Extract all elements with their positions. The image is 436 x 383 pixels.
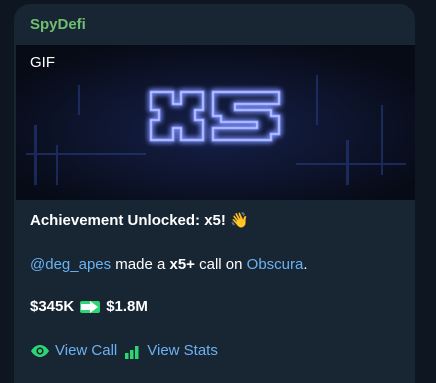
call-text-end: . — [303, 256, 308, 273]
price-change: $345K $1.8M — [30, 298, 148, 315]
bar-chart-icon — [125, 345, 139, 359]
view-stats-label: View Stats — [147, 342, 218, 359]
view-call-link[interactable]: View Call — [30, 342, 117, 359]
gif-badge: GIF — [30, 54, 55, 71]
price-from: $345K — [30, 298, 75, 315]
call-text-after: call on — [194, 256, 247, 273]
headline: Achievement Unlocked: x5! 👋 — [30, 211, 249, 229]
call-description: @deg_apes made a x5+ call on Obscura. — [30, 256, 308, 273]
action-links: View Call View Stats — [30, 342, 218, 359]
message-bubble: SpyDefi GIF Achievement Unlocked: x5! 👋 … — [14, 4, 415, 383]
view-stats-link[interactable]: View Stats — [124, 342, 218, 359]
eye-icon — [31, 344, 49, 357]
gif-media[interactable]: GIF — [16, 45, 415, 200]
right-arrow-icon — [80, 300, 101, 313]
sender-name[interactable]: SpyDefi — [30, 16, 86, 33]
user-mention-link[interactable]: @deg_apes — [30, 256, 111, 273]
waving-hand-emoji: 👋 — [230, 212, 249, 229]
project-link[interactable]: Obscura — [247, 256, 304, 273]
price-to: $1.8M — [106, 298, 148, 315]
headline-text: Achievement Unlocked: x5! — [30, 212, 226, 229]
multiplier-text: x5+ — [169, 256, 195, 273]
call-text-before: made a — [111, 256, 170, 273]
x5-glow-art — [16, 45, 415, 200]
view-call-label: View Call — [55, 342, 118, 359]
